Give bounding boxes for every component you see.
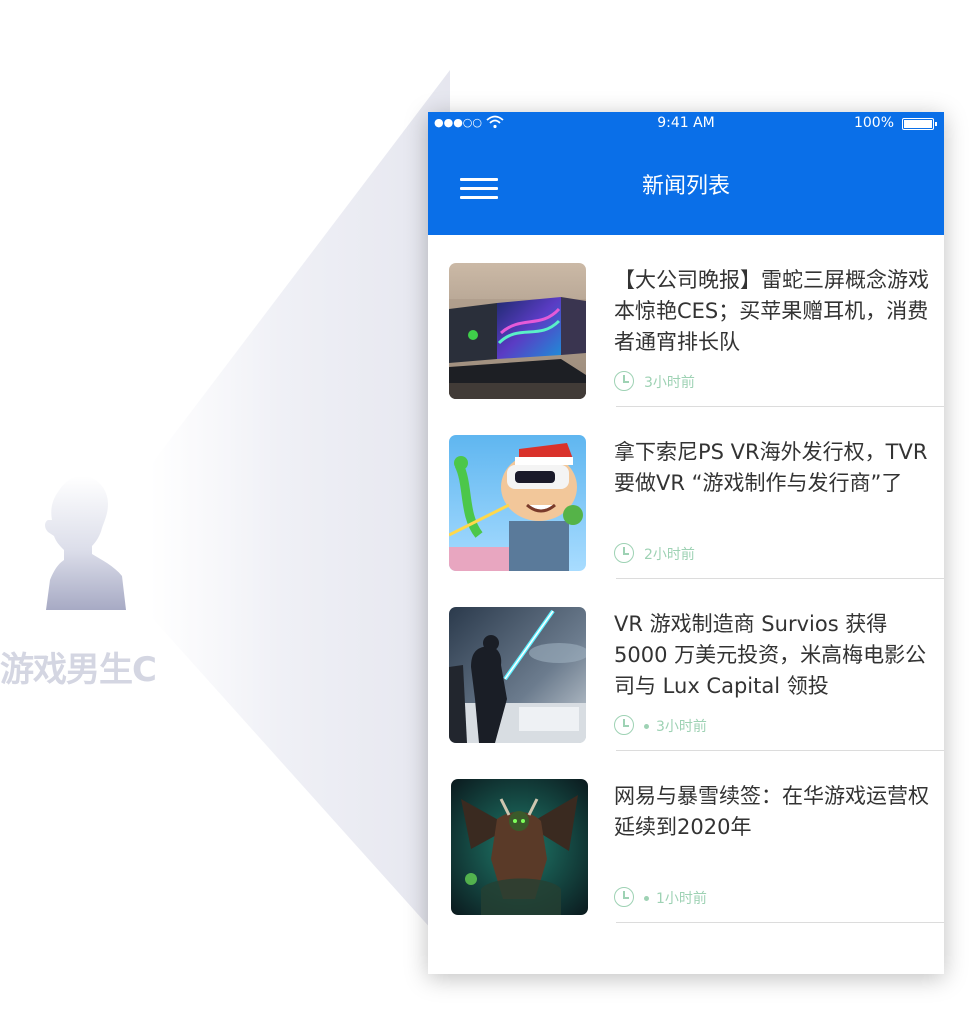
news-time: 3小时前 (644, 375, 695, 391)
clock-icon (614, 371, 634, 391)
news-time: 1小时前 (656, 891, 707, 907)
news-time: 2小时前 (644, 547, 695, 563)
persona-name: 游戏男生C (0, 650, 157, 690)
clock-icon (614, 715, 634, 735)
clock-icon (614, 887, 634, 907)
news-thumbnail-dragon-warrior (451, 779, 588, 915)
news-title[interactable]: 网易与暴雪续签：在华游戏运营权延续到2020年 (614, 781, 932, 843)
news-thumbnail-laptop (449, 263, 586, 399)
battery-icon (902, 118, 937, 130)
projection-beam (150, 70, 450, 950)
news-item[interactable]: 网易与暴雪续签：在华游戏运营权延续到2020年 1小时前 (428, 751, 944, 923)
news-item[interactable]: 拿下索尼PS VR海外发行权，TVR要做VR “游戏制作与发行商”了 2小时前 (428, 407, 944, 579)
news-item[interactable]: 【大公司晚报】雷蛇三屏概念游戏本惊艳CES；买苹果赠耳机，消费者通宵排长队 3小… (428, 235, 944, 407)
news-title[interactable]: VR 游戏制造商 Survios 获得 5000 万美元投资，米高梅电影公司与 … (614, 609, 932, 702)
divider (616, 922, 944, 923)
news-thumbnail-vr-character (449, 435, 586, 571)
nav-bar: 新闻列表 (428, 136, 944, 235)
news-thumbnail-scifi-scene (449, 607, 586, 743)
battery-percentage: 100% (853, 115, 894, 131)
page-title: 新闻列表 (641, 174, 730, 199)
bullet-dot (644, 724, 649, 729)
user-avatar-icon (30, 470, 130, 610)
bullet-dot (644, 896, 649, 901)
news-title[interactable]: 【大公司晚报】雷蛇三屏概念游戏本惊艳CES；买苹果赠耳机，消费者通宵排长队 (614, 265, 932, 358)
clock-icon (614, 543, 634, 563)
news-item[interactable]: VR 游戏制造商 Survios 获得 5000 万美元投资，米高梅电影公司与 … (428, 579, 944, 751)
status-bar: ●●●○○ 9:41 AM 100% (428, 112, 944, 136)
news-time: 3小时前 (656, 719, 707, 735)
news-title[interactable]: 拿下索尼PS VR海外发行权，TVR要做VR “游戏制作与发行商”了 (614, 437, 932, 499)
phone-screen: ●●●○○ 9:41 AM 100% 新闻列表 【大公司晚报】雷蛇三屏概念游戏本… (428, 112, 944, 974)
